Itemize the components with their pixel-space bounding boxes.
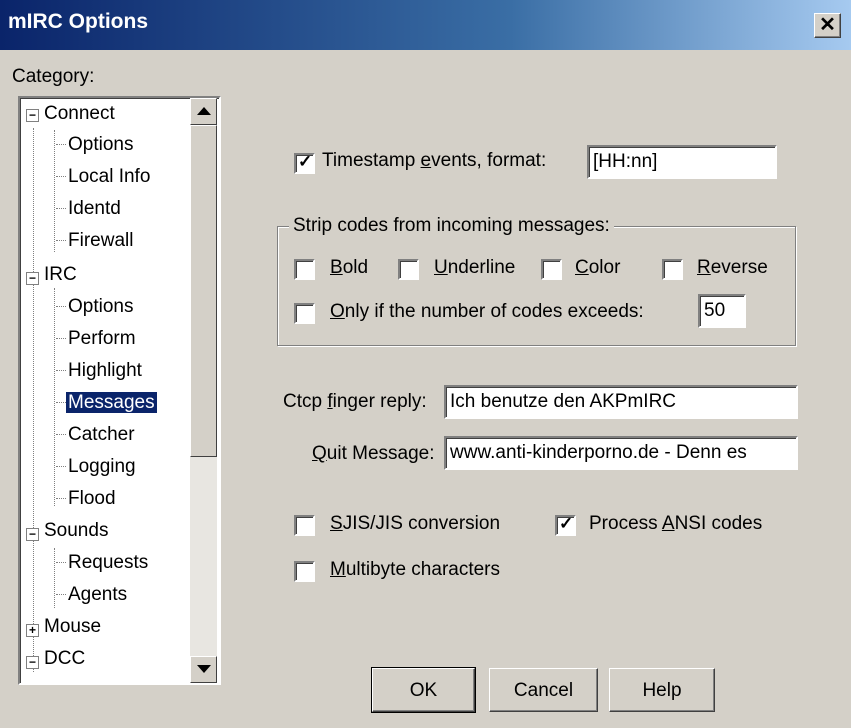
reverse-checkbox[interactable] xyxy=(662,259,683,280)
ctcp-finger-input[interactable]: Ich benutze den AKPmIRC xyxy=(444,385,798,419)
window-title: mIRC Options xyxy=(8,10,148,33)
timestamp-format-input[interactable]: [HH:nn] xyxy=(587,145,777,179)
tree-branch xyxy=(56,176,66,177)
check-icon: ✓ xyxy=(559,514,574,533)
help-button[interactable]: Help xyxy=(609,668,715,712)
strip-codes-group-label: Strip codes from incoming messages: xyxy=(289,215,614,237)
close-icon: ✕ xyxy=(819,14,836,36)
underline-label: Underline xyxy=(434,257,516,278)
tree-item-sounds[interactable]: Sounds xyxy=(44,516,108,546)
scroll-down-button[interactable] xyxy=(190,656,217,683)
tree-item-catcher[interactable]: Catcher xyxy=(68,420,135,450)
tree-item-irc[interactable]: IRC xyxy=(44,260,77,290)
tree-item-highlight[interactable]: Highlight xyxy=(68,356,142,386)
ok-button[interactable]: OK xyxy=(371,667,476,713)
tree-item-requests[interactable]: Requests xyxy=(68,548,148,578)
collapse-icon[interactable]: − xyxy=(26,528,39,541)
tree-branch xyxy=(56,434,66,435)
tree-item-mouse[interactable]: Mouse xyxy=(44,612,101,642)
bold-label: Bold xyxy=(330,257,369,278)
tree-item-connect[interactable]: Connect xyxy=(44,99,115,129)
sjis-label: SJIS/JIS conversion xyxy=(330,513,501,534)
tree-item-flood[interactable]: Flood xyxy=(68,484,116,514)
strip-codes-group xyxy=(277,226,796,346)
tree-branch xyxy=(56,306,66,307)
cancel-button[interactable]: Cancel xyxy=(489,668,598,712)
collapse-icon[interactable]: − xyxy=(26,272,39,285)
multibyte-checkbox[interactable] xyxy=(294,561,315,582)
ansi-checkbox[interactable]: ✓ xyxy=(555,514,576,536)
tree-item-messages[interactable]: Messages xyxy=(66,388,157,418)
tree-scrollbar[interactable] xyxy=(190,98,217,683)
reverse-label: Reverse xyxy=(697,257,768,278)
tree-branch xyxy=(56,562,66,563)
color-label: Color xyxy=(575,257,621,278)
tree-item-logging[interactable]: Logging xyxy=(68,452,136,482)
tree-branch xyxy=(56,144,66,145)
ctcp-finger-label: Ctcp finger reply: xyxy=(283,391,427,412)
quit-message-input[interactable]: www.anti-kinderporno.de - Denn es xyxy=(444,436,798,470)
timestamp-checkbox[interactable]: ✓ xyxy=(294,152,315,174)
tree-item-perform[interactable]: Perform xyxy=(68,324,136,354)
tree-branch xyxy=(56,208,66,209)
tree-branch xyxy=(56,466,66,467)
underline-checkbox[interactable] xyxy=(398,259,419,280)
tree-branch xyxy=(56,402,66,403)
only-if-exceeds-checkbox[interactable] xyxy=(294,303,315,324)
collapse-icon[interactable]: − xyxy=(26,109,39,122)
category-label: Category: xyxy=(12,66,95,87)
expand-icon[interactable]: + xyxy=(26,624,39,637)
tree-item-identd[interactable]: Identd xyxy=(68,194,121,224)
multibyte-label: Multibyte characters xyxy=(330,559,501,580)
tree-item-connect-options[interactable]: Options xyxy=(68,130,133,160)
ansi-label: Process ANSI codes xyxy=(589,513,763,534)
tree-connect-line xyxy=(54,130,55,252)
timestamp-label: Timestamp events, format: xyxy=(322,150,547,171)
close-button[interactable]: ✕ xyxy=(814,13,841,38)
tree-item-messages-label: Messages xyxy=(66,392,157,413)
tree-item-firewall[interactable]: Firewall xyxy=(68,226,133,256)
tree-item-irc-options[interactable]: Options xyxy=(68,292,133,322)
code-count-input[interactable]: 50 xyxy=(698,294,746,328)
only-if-exceeds-label: Only if the number of codes exceeds: xyxy=(330,301,644,322)
tree-root-line xyxy=(33,128,34,672)
tree-branch xyxy=(56,498,66,499)
tree-item-dcc[interactable]: DCC xyxy=(44,644,85,674)
tree-branch xyxy=(56,338,66,339)
tree-branch xyxy=(56,240,66,241)
tree-branch xyxy=(56,370,66,371)
arrow-down-icon xyxy=(197,665,211,673)
collapse-icon[interactable]: − xyxy=(26,656,39,669)
arrow-up-icon xyxy=(197,107,211,115)
scroll-up-button[interactable] xyxy=(190,98,217,125)
tree-item-agents[interactable]: Agents xyxy=(68,580,127,610)
sjis-checkbox[interactable] xyxy=(294,515,315,536)
tree-item-local-info[interactable]: Local Info xyxy=(68,162,150,192)
check-icon: ✓ xyxy=(298,152,313,171)
tree-sounds-line xyxy=(54,548,55,608)
tree-irc-line xyxy=(54,288,55,506)
color-checkbox[interactable] xyxy=(541,259,562,280)
scroll-thumb[interactable] xyxy=(190,125,217,457)
tree-branch xyxy=(56,594,66,595)
title-bar: mIRC Options ✕ xyxy=(0,0,851,50)
bold-checkbox[interactable] xyxy=(294,259,315,280)
quit-message-label: Quit Message: xyxy=(312,443,435,464)
